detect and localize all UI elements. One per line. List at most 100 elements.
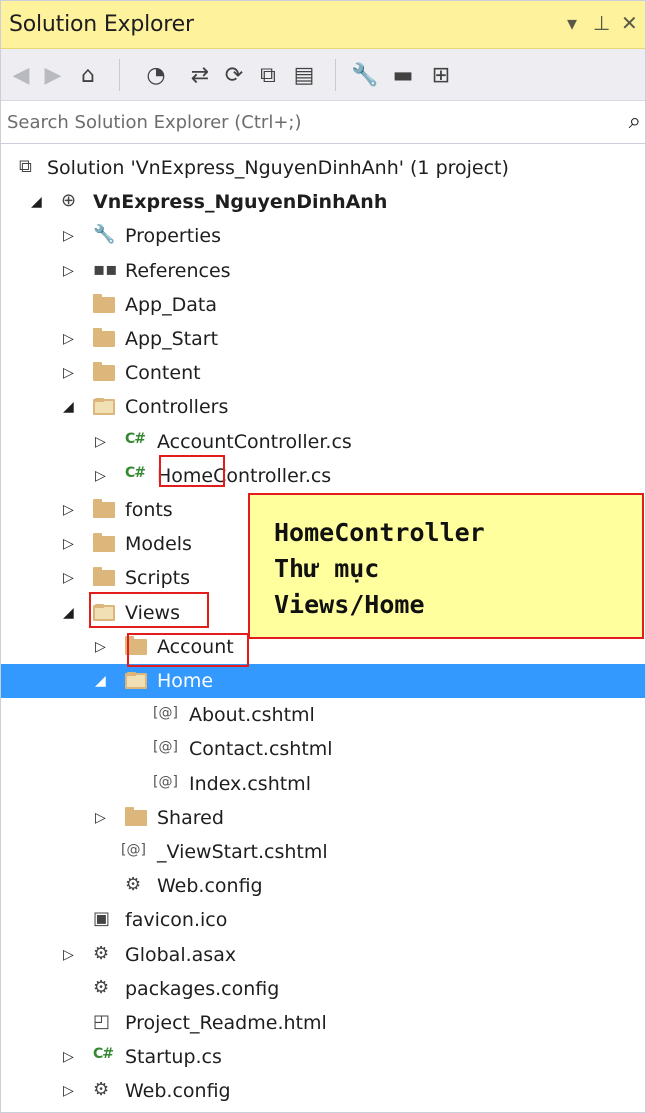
tree-item[interactable]: ⚙ packages.config xyxy=(1,972,645,1006)
config-file-icon: ⚙ xyxy=(125,874,142,896)
collapsed-arrow-icon[interactable]: ▷ xyxy=(63,1040,74,1074)
collapsed-arrow-icon[interactable]: ▷ xyxy=(63,356,74,390)
tree-item[interactable]: [@] _ViewStart.cshtml xyxy=(1,835,645,869)
csharp-file-icon: C# xyxy=(93,1046,114,1063)
collapsed-arrow-icon[interactable]: ▷ xyxy=(95,459,106,493)
title-bar: Solution Explorer ▾ ⊥ ✕ xyxy=(1,1,645,49)
toolbar-separator xyxy=(119,59,120,91)
tree-item[interactable]: App_Data xyxy=(1,288,645,322)
tree-item-label: Shared xyxy=(157,806,224,829)
search-icon[interactable]: ⌕ xyxy=(629,109,641,134)
search-bar: ⌕ xyxy=(1,102,645,144)
toolbar: ◀ ▶ ⌂ ◔ ⇄ ⟳ ⧉ ▤ 🔧 ▬ ⊞ xyxy=(1,49,645,101)
collapsed-arrow-icon[interactable]: ▷ xyxy=(63,493,74,527)
tree-item-label: Global.asax xyxy=(125,943,237,966)
config-file-icon: ⚙ xyxy=(93,1079,110,1101)
tree-item-label: App_Start xyxy=(125,328,219,350)
collapsed-arrow-icon[interactable]: ▷ xyxy=(63,561,74,595)
tree-item-label: AccountController.cs xyxy=(157,430,352,453)
tree-item[interactable]: ▷ ▪▪ References xyxy=(1,254,645,288)
tree-item[interactable]: ▷ 🔧 Properties xyxy=(1,219,645,253)
folder-icon xyxy=(93,293,115,313)
toolbar-separator xyxy=(335,59,336,91)
collapsed-arrow-icon[interactable]: ▷ xyxy=(95,425,106,459)
pending-changes-icon[interactable]: ◔ xyxy=(131,59,181,91)
tree-item[interactable]: ◰ Project_Readme.html xyxy=(1,1006,645,1040)
close-icon[interactable]: ✕ xyxy=(621,11,638,35)
class-view-icon[interactable]: ⊞ xyxy=(425,59,457,91)
tree-item[interactable]: ◢ Home xyxy=(1,664,645,698)
search-input[interactable] xyxy=(7,112,567,133)
tree-item[interactable]: ▷ C# Startup.cs xyxy=(1,1040,645,1074)
highlight-home-folder xyxy=(127,633,249,667)
properties-icon[interactable]: 🔧 xyxy=(349,59,381,91)
tree-item-label: App_Data xyxy=(125,293,217,316)
expanded-arrow-icon[interactable]: ◢ xyxy=(63,390,74,424)
show-all-files-icon[interactable]: ▤ xyxy=(289,59,319,91)
folder-icon xyxy=(93,499,115,518)
folder-icon xyxy=(93,362,115,382)
razor-file-icon: [@] xyxy=(153,705,178,722)
image-file-icon: ▣ xyxy=(93,908,111,930)
tree-item-label: fonts xyxy=(125,499,173,521)
tree-item-label: VnExpress_NguyenDinhAnh xyxy=(93,191,388,214)
tree-item-label: Index.cshtml xyxy=(189,772,311,795)
open-folder-icon xyxy=(125,672,147,689)
collapsed-arrow-icon[interactable]: ▷ xyxy=(63,527,74,561)
collapsed-arrow-icon[interactable]: ▷ xyxy=(63,322,74,356)
collapse-all-icon[interactable]: ⧉ xyxy=(253,59,283,91)
preview-icon[interactable]: ▬ xyxy=(387,59,419,91)
sync-icon[interactable]: ⇄ xyxy=(185,59,215,91)
solution-icon: ⧉ xyxy=(19,156,32,177)
collapsed-arrow-icon[interactable]: ▷ xyxy=(63,938,74,972)
forward-icon[interactable]: ▶ xyxy=(39,59,67,91)
tree-item[interactable]: ▣ favicon.ico xyxy=(1,903,645,937)
tree-item[interactable]: ▷ C# HomeController.cs xyxy=(1,459,645,493)
collapsed-arrow-icon[interactable]: ▷ xyxy=(63,1074,74,1108)
dropdown-icon[interactable]: ▾ xyxy=(567,11,577,35)
tree-item-label: References xyxy=(125,259,231,282)
tree-item-label: Home xyxy=(157,670,214,692)
tree-item[interactable]: ◢ Controllers xyxy=(1,390,645,424)
open-folder-icon xyxy=(93,398,115,416)
back-icon[interactable]: ◀ xyxy=(7,59,35,91)
tree-item[interactable]: ▷ Content xyxy=(1,356,645,390)
solution-explorer-window: Solution Explorer ▾ ⊥ ✕ ◀ ▶ ⌂ ◔ ⇄ ⟳ ⧉ ▤ … xyxy=(0,0,646,1113)
csharp-file-icon: C# xyxy=(125,464,146,481)
tree-item[interactable]: ▷ ⚙ Web.config xyxy=(1,1074,645,1108)
tree-item-label: Web.config xyxy=(125,1080,231,1103)
web-project-icon: ⊕ xyxy=(61,190,77,212)
window-title: Solution Explorer xyxy=(9,12,194,37)
tree-item[interactable]: ▷ App_Start xyxy=(1,322,645,356)
collapsed-arrow-icon[interactable]: ▷ xyxy=(95,801,106,835)
tree-item-label: Models xyxy=(125,533,192,556)
callout-line: Views/Home xyxy=(274,590,425,619)
tree-item[interactable]: ▷ ⚙ Global.asax xyxy=(1,938,645,972)
tree-item[interactable]: ⚙ Web.config xyxy=(1,869,645,903)
folder-icon xyxy=(125,806,147,826)
collapsed-arrow-icon[interactable]: ▷ xyxy=(95,630,106,664)
tree-item-label: Controllers xyxy=(125,396,229,419)
home-icon[interactable]: ⌂ xyxy=(73,59,103,91)
csharp-file-icon: C# xyxy=(125,430,146,447)
expanded-arrow-icon[interactable]: ◢ xyxy=(95,664,106,698)
expanded-arrow-icon[interactable]: ◢ xyxy=(31,185,42,219)
tree-item[interactable]: [@] Contact.cshtml xyxy=(1,732,645,766)
razor-file-icon: [@] xyxy=(121,842,146,858)
expanded-arrow-icon[interactable]: ◢ xyxy=(63,596,74,630)
config-file-icon: ⚙ xyxy=(93,976,110,998)
tree-item-label: Project_Readme.html xyxy=(125,1012,327,1034)
tree-item[interactable]: ▷ Shared xyxy=(1,801,645,835)
tree-item[interactable]: ▷ C# AccountController.cs xyxy=(1,425,645,459)
tree-item[interactable]: [@] Index.cshtml xyxy=(1,767,645,801)
tree-item[interactable]: [@] About.cshtml xyxy=(1,698,645,732)
tree-item[interactable]: ◢ ⊕ VnExpress_NguyenDinhAnh xyxy=(1,185,645,219)
tree-item-label: packages.config xyxy=(125,977,280,1000)
callout-line: Thư mục xyxy=(274,554,380,583)
pin-icon[interactable]: ⊥ xyxy=(593,11,610,35)
collapsed-arrow-icon[interactable]: ▷ xyxy=(63,219,74,253)
tree-item[interactable]: ⧉ Solution 'VnExpress_NguyenDinhAnh' (1 p… xyxy=(1,151,645,185)
tree-item-label: Properties xyxy=(125,225,222,248)
refresh-icon[interactable]: ⟳ xyxy=(219,59,249,91)
collapsed-arrow-icon[interactable]: ▷ xyxy=(63,254,74,288)
